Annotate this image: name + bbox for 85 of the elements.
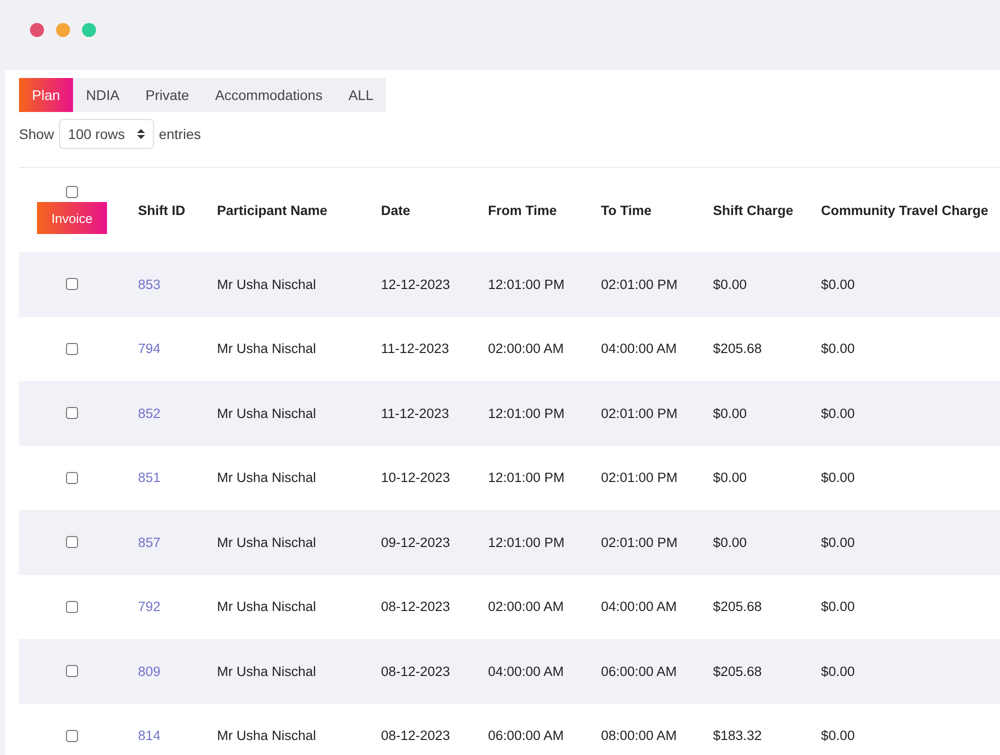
table-cell-text: 11-12-2023 xyxy=(380,341,450,356)
table-cell-text: 02:01:00 PM xyxy=(600,534,679,550)
shift-id-link[interactable]: 853 xyxy=(125,276,204,292)
row-checkbox[interactable] xyxy=(66,407,78,420)
row-checkbox[interactable] xyxy=(66,536,78,548)
table-cell-text: 04:00:00 AM xyxy=(600,341,678,356)
table-cell-text: 08-12-2023 xyxy=(380,599,452,614)
table-cell-text: $0.00 xyxy=(712,470,748,486)
row-checkbox[interactable] xyxy=(66,730,78,742)
shift-id-link[interactable]: 814 xyxy=(125,728,204,744)
select-all-checkbox[interactable] xyxy=(66,186,78,198)
column-header[interactable]: Shift Charge xyxy=(700,202,808,218)
table-cell-text: 11-12-2023 xyxy=(380,406,450,421)
row-checkbox[interactable] xyxy=(66,472,78,484)
table-cell-text: Mr Usha Nischal xyxy=(216,599,318,614)
table-cell-text: Mr Usha Nischal xyxy=(216,406,318,421)
table-cell-text: $0.00 xyxy=(820,341,856,356)
table-cell-text: Mr Usha Nischal xyxy=(216,341,318,356)
table-cell-text: $0.00 xyxy=(820,276,856,292)
column-header[interactable]: From Time xyxy=(475,202,588,218)
table-cell-text: Mr Usha Nischal xyxy=(216,728,318,744)
row-checkbox[interactable] xyxy=(66,600,78,613)
table-cell-text: Mr Usha Nischal xyxy=(216,664,318,679)
row-checkbox[interactable] xyxy=(66,342,78,355)
shift-id-link[interactable]: 851 xyxy=(125,470,204,486)
table-cell-text: $205.68 xyxy=(712,599,763,614)
table-cell-text: 04:00:00 AM xyxy=(600,599,678,614)
table-cell-text: Mr Usha Nischal xyxy=(216,276,318,292)
table-cell-text: $183.32 xyxy=(712,728,763,744)
table-cell-text: 12-12-2023 xyxy=(380,276,452,292)
tab[interactable]: Plan xyxy=(19,78,74,112)
table-cell-text: 02:01:00 PM xyxy=(600,276,679,292)
table-cell-text: Mr Usha Nischal xyxy=(216,534,318,550)
shift-id-link[interactable]: 794 xyxy=(125,341,204,356)
table-cell-text: 08-12-2023 xyxy=(380,728,452,744)
table-cell-text: 08:00:00 AM xyxy=(600,728,678,744)
sort-caret-icon xyxy=(136,129,145,139)
table-cell-text: 08-12-2023 xyxy=(380,664,452,679)
table-cell-text: $0.00 xyxy=(712,534,748,550)
table-cell-text: 12:01:00 PM xyxy=(487,534,566,550)
shift-id-link[interactable]: 852 xyxy=(125,406,204,421)
table-cell-text: $205.68 xyxy=(712,664,763,679)
table-cell-text: 10-12-2023 xyxy=(380,470,452,486)
table-cell-text: $0.00 xyxy=(712,276,748,292)
column-header[interactable]: To Time xyxy=(588,202,700,218)
table-cell-text: $0.00 xyxy=(820,728,856,744)
minimize-window-dot[interactable] xyxy=(56,23,70,37)
table-cell-text: $0.00 xyxy=(712,406,748,421)
table-cell-text: 12:01:00 PM xyxy=(487,276,566,292)
column-header[interactable]: Date xyxy=(368,202,475,218)
table-cell-text: 12:01:00 PM xyxy=(487,470,566,486)
table-cell-text: $0.00 xyxy=(820,470,856,486)
row-checkbox[interactable] xyxy=(66,278,78,290)
shift-id-link[interactable]: 809 xyxy=(125,664,204,679)
tab[interactable]: NDIA xyxy=(73,78,132,112)
entries-label: entries xyxy=(158,126,201,142)
show-label: Show xyxy=(19,126,54,142)
table-cell-text: 06:00:00 AM xyxy=(487,728,565,744)
table-cell-text: $205.68 xyxy=(712,341,763,356)
column-header[interactable]: Community Travel Charge xyxy=(808,202,1000,218)
table-cell-text: Mr Usha Nischal xyxy=(216,470,318,486)
rows-select[interactable]: 100 rows xyxy=(59,119,154,149)
table-cell-text: 06:00:00 AM xyxy=(600,664,678,679)
table-cell-text: 02:00:00 AM xyxy=(487,341,565,356)
table-cell-text: $0.00 xyxy=(820,599,856,614)
shift-id-link[interactable]: 857 xyxy=(125,534,204,550)
table-cell-text: 04:00:00 AM xyxy=(487,664,565,679)
tab[interactable]: ALL xyxy=(335,78,386,112)
table-cell-text: $0.00 xyxy=(820,406,856,421)
table-cell-text: $0.00 xyxy=(820,534,856,550)
table-cell-text: 02:01:00 PM xyxy=(600,470,679,486)
maximize-window-dot[interactable] xyxy=(82,23,96,37)
shift-id-link[interactable]: 792 xyxy=(125,599,204,614)
table-cell-text: 02:00:00 AM xyxy=(487,599,565,614)
table-cell-text: 12:01:00 PM xyxy=(487,406,566,421)
close-window-dot[interactable] xyxy=(30,23,44,37)
table-cell-text: $0.00 xyxy=(820,664,856,679)
column-header[interactable]: Shift ID xyxy=(125,202,204,218)
table-cell-text: 02:01:00 PM xyxy=(600,406,679,421)
tab[interactable]: Private xyxy=(132,78,202,112)
table-cell-text: 09-12-2023 xyxy=(380,534,452,550)
row-checkbox[interactable] xyxy=(66,665,78,678)
column-header[interactable]: Participant Name xyxy=(204,202,368,218)
tab[interactable]: Accommodations xyxy=(202,78,336,112)
invoice-button[interactable]: Invoice xyxy=(37,202,107,234)
